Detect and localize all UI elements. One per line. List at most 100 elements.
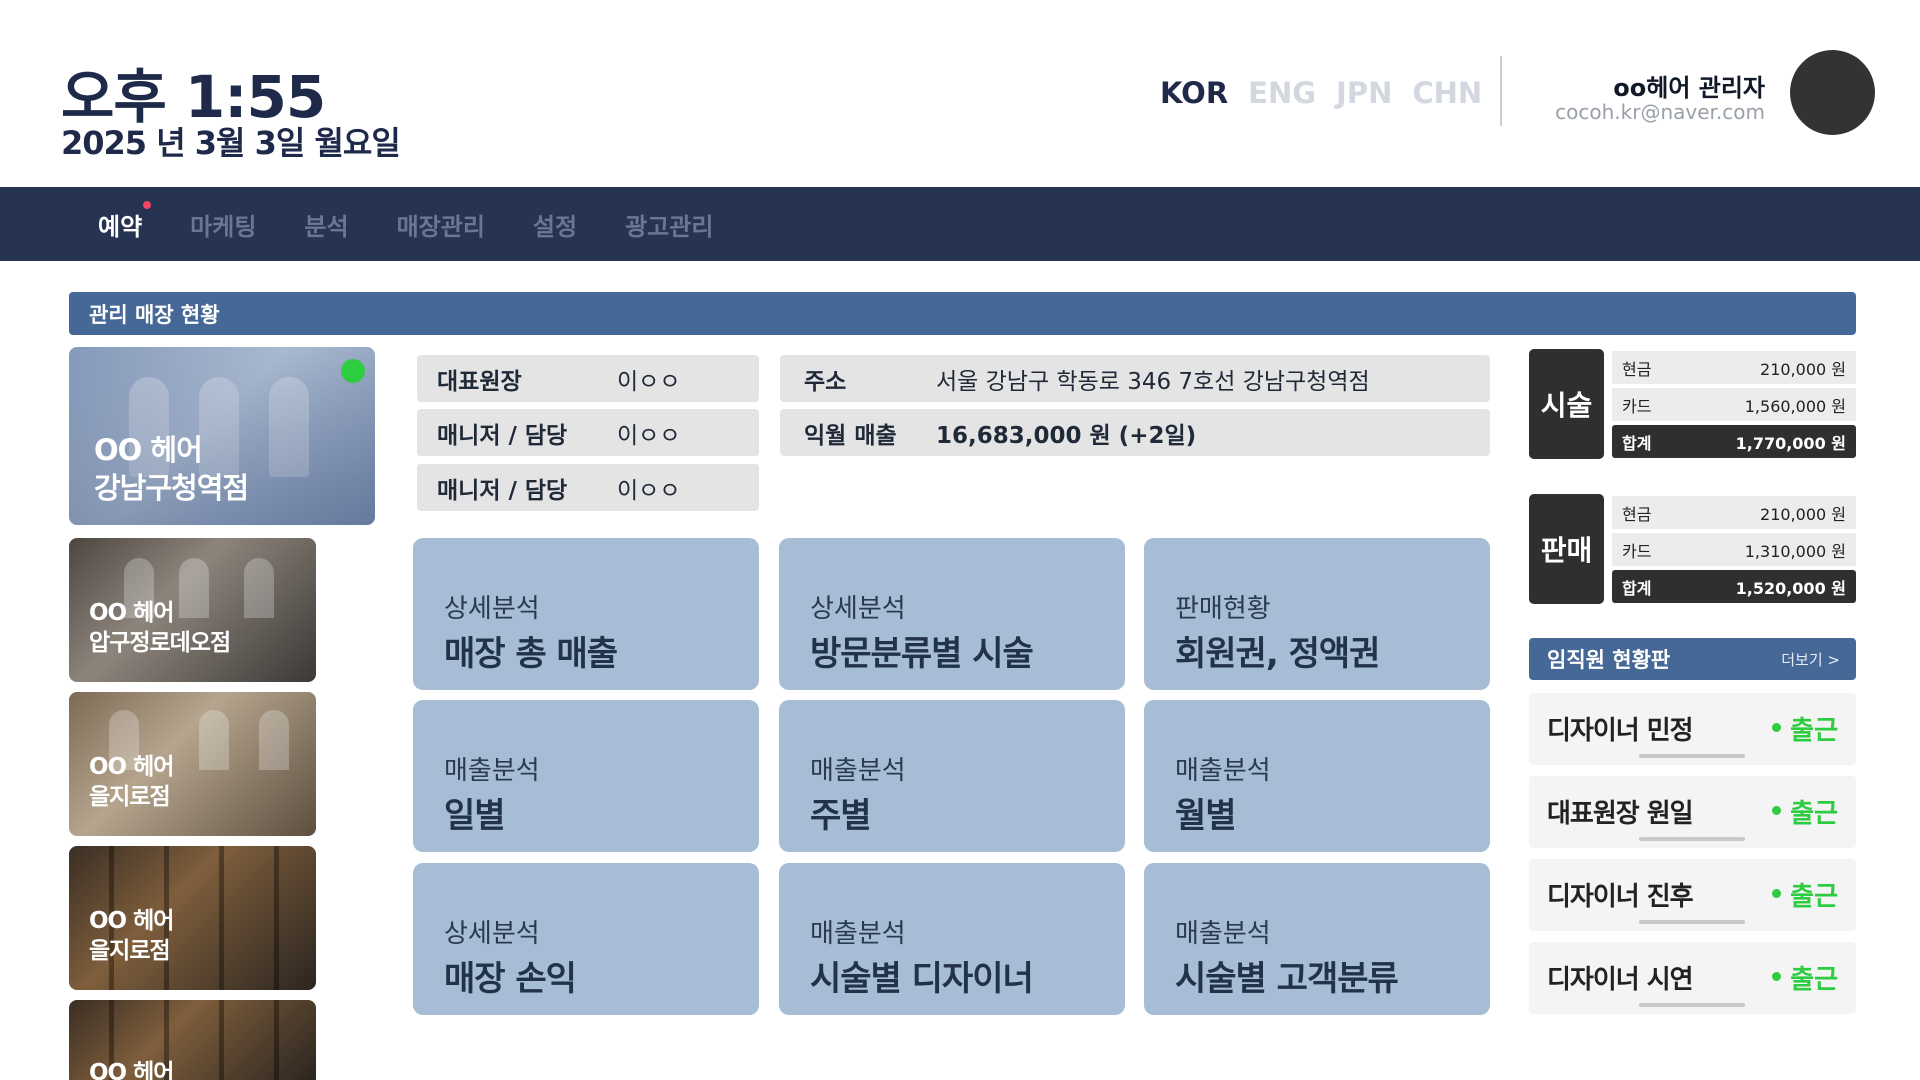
staff-status: 출근 bbox=[1772, 876, 1838, 913]
staff-board-title: 임직원 현황판 bbox=[1547, 648, 1671, 672]
staff-name: 대표원장 원일 bbox=[1547, 799, 1694, 829]
tile-service-by-visit-type[interactable]: 상세분석 방문분류별 시술 bbox=[779, 538, 1125, 690]
staff-status: 출근 bbox=[1772, 793, 1838, 830]
store-card-selected[interactable]: OO 헤어 강남구청역점 bbox=[69, 347, 375, 525]
staff-card[interactable]: 디자이너 진후 출근 bbox=[1529, 859, 1856, 931]
rep-info: 대표원장 이ㅇㅇ bbox=[417, 355, 759, 402]
store-name-line1: OO 헤어 bbox=[89, 754, 174, 780]
manager-label: 매니저 / 담당 bbox=[437, 477, 568, 504]
lang-kor[interactable]: KOR bbox=[1160, 76, 1228, 110]
tile-title: 주별 bbox=[810, 796, 872, 836]
status-dot bbox=[1772, 972, 1782, 981]
tile-monthly[interactable]: 매출분석 월별 bbox=[1144, 700, 1490, 852]
store-card[interactable]: OO 헤어 을지로점 bbox=[69, 846, 316, 990]
store-name-line1: OO 헤어 bbox=[89, 908, 174, 934]
nav-item-reservation[interactable]: 예약 bbox=[98, 200, 152, 242]
sales-row-amount: 1,310,000 원 bbox=[1744, 541, 1846, 561]
sales-row-label: 합계 bbox=[1622, 433, 1652, 453]
staff-card-bar bbox=[1639, 837, 1745, 841]
store-name-line1: OO 헤어 bbox=[89, 1060, 174, 1080]
sales-row-amount: 1,560,000 원 bbox=[1744, 396, 1846, 416]
nav-item-ad-management[interactable]: 광고관리 bbox=[625, 207, 713, 242]
nav-item-analysis[interactable]: 분석 bbox=[304, 207, 348, 242]
tile-designer-by-service[interactable]: 매출분석 시술별 디자이너 bbox=[779, 863, 1125, 1015]
staff-card-bar bbox=[1639, 754, 1745, 758]
status-dot bbox=[1772, 723, 1782, 732]
lang-eng[interactable]: ENG bbox=[1248, 76, 1316, 110]
tile-weekly[interactable]: 매출분석 주별 bbox=[779, 700, 1125, 852]
tile-title: 시술별 고객분류 bbox=[1175, 959, 1399, 999]
lang-jpn[interactable]: JPN bbox=[1336, 76, 1392, 110]
store-card[interactable]: OO 헤어 bbox=[69, 1000, 316, 1080]
staff-status: 출근 bbox=[1772, 710, 1838, 747]
store-name-line2: 을지로점 bbox=[89, 784, 171, 810]
staff-card[interactable]: 디자이너 민정 출근 bbox=[1529, 693, 1856, 765]
store-name-line2: 압구정로데오점 bbox=[89, 630, 231, 656]
nav-item-marketing[interactable]: 마케팅 bbox=[190, 207, 256, 242]
tile-category: 상세분석 bbox=[444, 594, 540, 624]
monthly-sales-label: 익월 매출 bbox=[804, 422, 897, 449]
manager-value: 이ㅇㅇ bbox=[617, 422, 681, 449]
tile-total-store-sales[interactable]: 상세분석 매장 총 매출 bbox=[413, 538, 759, 690]
header-divider bbox=[1500, 56, 1502, 126]
manager-label: 매니저 / 담당 bbox=[437, 422, 568, 449]
staff-more-link[interactable]: 더보기 > bbox=[1781, 649, 1840, 670]
store-card[interactable]: OO 헤어 압구정로데오점 bbox=[69, 538, 316, 682]
sales-row-cash: 현금 210,000 원 bbox=[1612, 351, 1856, 384]
store-photo-detail bbox=[274, 1000, 279, 1080]
staff-card[interactable]: 디자이너 시연 출근 bbox=[1529, 942, 1856, 1014]
sales-row-amount: 210,000 원 bbox=[1760, 504, 1846, 524]
current-date: 2025 년 3월 3일 월요일 bbox=[61, 124, 401, 162]
sales-row-cash: 현금 210,000 원 bbox=[1612, 496, 1856, 529]
tile-daily[interactable]: 매출분석 일별 bbox=[413, 700, 759, 852]
nav-item-store-management[interactable]: 매장관리 bbox=[397, 207, 485, 242]
tile-category: 매출분석 bbox=[810, 756, 906, 786]
manager-info: 매니저 / 담당 이ㅇㅇ bbox=[417, 464, 759, 511]
avatar[interactable] bbox=[1790, 50, 1875, 135]
tile-store-profit-loss[interactable]: 상세분석 매장 손익 bbox=[413, 863, 759, 1015]
address-label: 주소 bbox=[804, 368, 847, 395]
tile-title: 시술별 디자이너 bbox=[810, 959, 1034, 999]
sales-row-total: 합계 1,520,000 원 bbox=[1612, 570, 1856, 603]
status-dot bbox=[1772, 889, 1782, 898]
staff-name: 디자이너 진후 bbox=[1547, 882, 1694, 912]
tile-title: 월별 bbox=[1175, 796, 1237, 836]
staff-card[interactable]: 대표원장 원일 출근 bbox=[1529, 776, 1856, 848]
store-name-line1: OO 헤어 bbox=[89, 600, 174, 626]
status-dot bbox=[1772, 806, 1782, 815]
lang-chn[interactable]: CHN bbox=[1412, 76, 1482, 110]
sales-row-card: 카드 1,560,000 원 bbox=[1612, 388, 1856, 421]
sales-row-amount: 210,000 원 bbox=[1760, 359, 1846, 379]
sales-row-amount: 1,770,000 원 bbox=[1735, 433, 1846, 453]
retail-sales-box: 판매 현금 210,000 원 카드 1,310,000 원 합계 1,520,… bbox=[1529, 494, 1856, 604]
store-photo-detail bbox=[219, 1000, 224, 1080]
store-name: OO 헤어 bbox=[89, 1058, 174, 1080]
store-card[interactable]: OO 헤어 을지로점 bbox=[69, 692, 316, 836]
store-photo-detail bbox=[199, 710, 229, 770]
staff-status-label: 출근 bbox=[1790, 799, 1838, 829]
tile-title: 매장 총 매출 bbox=[444, 634, 618, 674]
sales-row-label: 현금 bbox=[1622, 504, 1652, 524]
staff-status-label: 출근 bbox=[1790, 882, 1838, 912]
nav-item-label: 예약 bbox=[98, 212, 143, 241]
sales-row-card: 카드 1,310,000 원 bbox=[1612, 533, 1856, 566]
section-title: 관리 매장 현황 bbox=[69, 292, 1856, 335]
tile-category: 상세분석 bbox=[444, 919, 540, 949]
address-info: 주소 서울 강남구 학동로 346 7호선 강남구청역점 bbox=[780, 355, 1490, 402]
admin-name: oo헤어 관리자 bbox=[1613, 74, 1765, 102]
store-photo-detail bbox=[244, 558, 274, 618]
tile-customer-type-by-service[interactable]: 매출분석 시술별 고객분류 bbox=[1144, 863, 1490, 1015]
tile-membership-prepaid[interactable]: 판매현황 회원권, 정액권 bbox=[1144, 538, 1490, 690]
monthly-sales-value: 16,683,000 원 (+2일) bbox=[936, 422, 1197, 449]
tile-category: 매출분석 bbox=[810, 919, 906, 949]
service-sales-box: 시술 현금 210,000 원 카드 1,560,000 원 합계 1,770,… bbox=[1529, 349, 1856, 459]
store-name: OO 헤어 을지로점 bbox=[89, 906, 174, 966]
staff-status: 출근 bbox=[1772, 959, 1838, 996]
staff-card-bar bbox=[1639, 1003, 1745, 1007]
store-photo-detail bbox=[219, 846, 224, 990]
staff-board-header: 임직원 현황판 더보기 > bbox=[1529, 638, 1856, 680]
staff-status-label: 출근 bbox=[1790, 716, 1838, 746]
sales-row-label: 카드 bbox=[1622, 541, 1652, 561]
tile-title: 매장 손익 bbox=[444, 959, 577, 999]
nav-item-settings[interactable]: 설정 bbox=[533, 207, 577, 242]
